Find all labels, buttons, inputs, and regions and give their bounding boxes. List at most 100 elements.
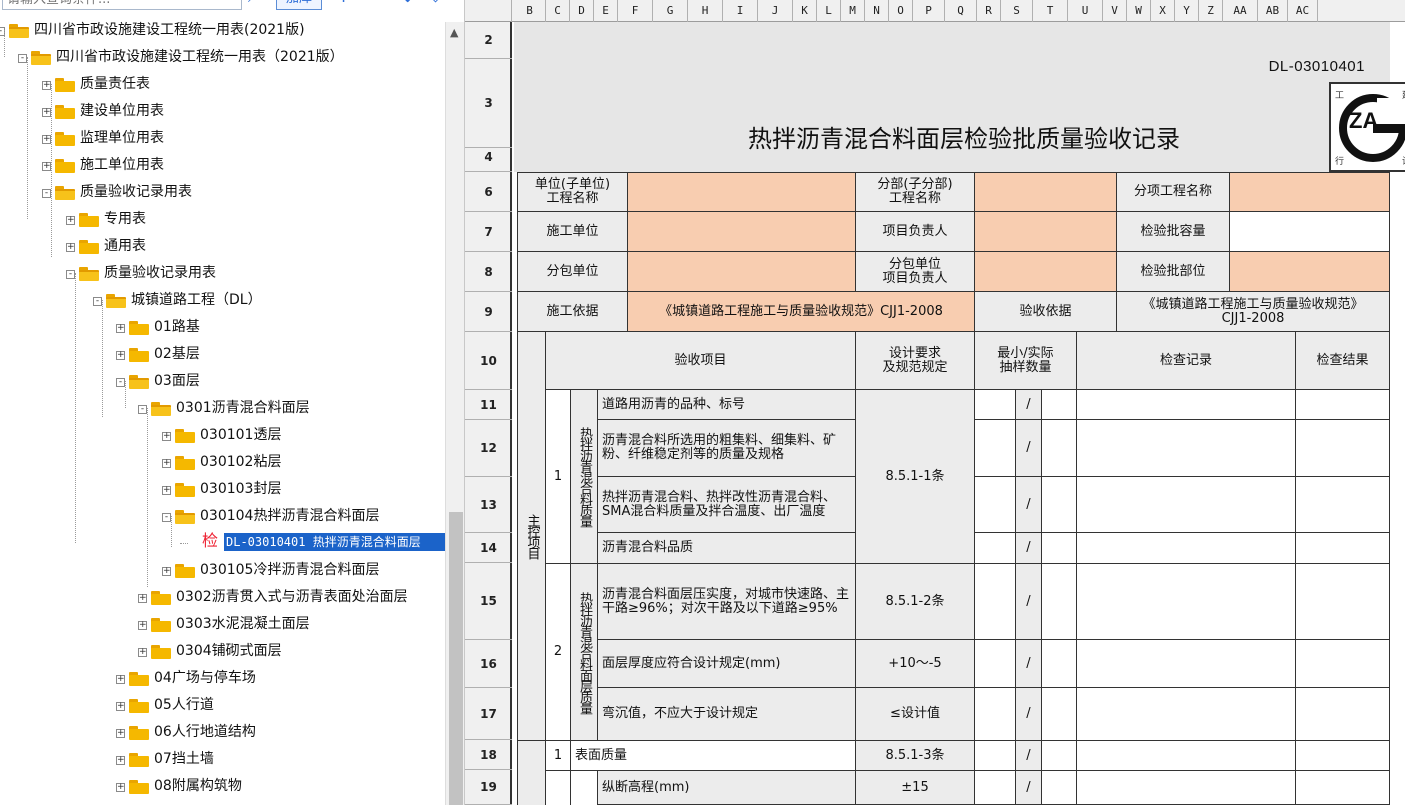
record-field[interactable] — [1076, 476, 1296, 533]
sub-pm-label[interactable]: 分包单位 项目负责人 — [855, 251, 975, 292]
plus-icon[interactable]: + — [336, 0, 351, 8]
general-label[interactable] — [517, 740, 546, 805]
tree-item[interactable]: - 0301沥青混合料面层 — [0, 396, 445, 420]
sub-field[interactable] — [627, 251, 856, 292]
tree-item[interactable]: +08附属构筑物 — [0, 774, 445, 798]
group1-number[interactable]: 1 — [545, 389, 571, 564]
item-spec[interactable]: 8.5.1-2条 — [855, 563, 975, 640]
sample-actual-field[interactable] — [1041, 770, 1077, 805]
sample-min-field[interactable] — [974, 687, 1016, 741]
arrow-down-circle-icon[interactable]: ⇩ — [428, 0, 443, 8]
record-field[interactable] — [1076, 687, 1296, 741]
scrollbar-thumb[interactable] — [449, 512, 463, 805]
surface-label[interactable]: 表面质量 — [570, 740, 856, 771]
pm-field[interactable] — [974, 211, 1117, 252]
item-description[interactable]: 热拌沥青混合料、热拌改性沥青混合料、SMA混合料质量及拌合温度、出厂温度 — [597, 476, 856, 533]
accept-label[interactable]: 验收依据 — [974, 291, 1117, 332]
tree-item[interactable]: - 质量验收记录用表 — [0, 180, 445, 204]
sample-min-field[interactable] — [974, 389, 1016, 420]
tree-item-selected[interactable]: 检 DL-03010401 热拌沥青混合料面层 — [0, 531, 445, 555]
sample-min-field[interactable] — [974, 563, 1016, 640]
expand-icon[interactable]: + — [116, 324, 125, 333]
expand-icon[interactable]: + — [138, 594, 147, 603]
tree-scrollbar[interactable]: ▲ — [445, 22, 464, 805]
result-field[interactable] — [1295, 532, 1390, 564]
sample-min-field[interactable] — [974, 476, 1016, 533]
main-control-label[interactable]: 主控项目 — [517, 331, 546, 741]
item-name-label[interactable]: 分项工程名称 — [1116, 172, 1230, 212]
sample-slash[interactable]: / — [1015, 419, 1042, 477]
tree-item[interactable]: + 建设单位用表 — [0, 99, 445, 123]
expand-icon[interactable]: + — [116, 756, 125, 765]
group2-label[interactable]: 热拌沥青混合料面层质量 — [570, 563, 598, 741]
sample-min-field[interactable] — [974, 419, 1016, 477]
tree-item[interactable]: +02基层 — [0, 342, 445, 366]
record-field[interactable] — [1076, 532, 1296, 564]
basis-label[interactable]: 施工依据 — [517, 291, 628, 332]
item-description[interactable]: 沥青混合料品质 — [597, 532, 856, 564]
record-field[interactable] — [1076, 740, 1296, 771]
tree-item[interactable]: - 四川省市政设施建设工程统一用表（2021版） — [0, 45, 445, 69]
expand-icon[interactable]: + — [162, 486, 171, 495]
expand-icon[interactable]: + — [162, 432, 171, 441]
collapse-icon[interactable]: - — [42, 189, 51, 198]
sample-min-field[interactable] — [974, 532, 1016, 564]
group1-label[interactable]: 热拌沥青混合料质量 — [570, 389, 598, 564]
general-number[interactable]: 1 — [545, 740, 571, 771]
elevation-label[interactable]: 纵断高程(mm) — [597, 770, 856, 805]
tree-item[interactable]: +04广场与停车场 — [0, 666, 445, 690]
tree-item[interactable]: +05人行道 — [0, 693, 445, 717]
arrow-down-icon[interactable]: ↓ — [400, 0, 415, 8]
expand-icon[interactable]: + — [42, 162, 51, 171]
tree-item[interactable]: + 质量责任表 — [0, 72, 445, 96]
collapse-icon[interactable]: - — [138, 405, 147, 414]
tree-item[interactable]: - 030104热拌沥青混合料面层 — [0, 504, 445, 528]
search-input[interactable] — [2, 0, 242, 10]
collapse-icon[interactable]: - — [66, 270, 75, 279]
part-label[interactable]: 检验批部位 — [1116, 251, 1230, 292]
header-item[interactable]: 验收项目 — [545, 331, 856, 390]
part-field[interactable] — [1229, 251, 1390, 292]
sample-min-field[interactable] — [974, 639, 1016, 688]
tree-item[interactable]: -四川省市政设施建设工程统一用表(2021版) — [0, 20, 445, 42]
tree-item[interactable]: +01路基 — [0, 315, 445, 339]
expand-icon[interactable]: + — [116, 783, 125, 792]
result-field[interactable] — [1295, 740, 1390, 771]
collapse-icon[interactable]: - — [93, 297, 102, 306]
sample-actual-field[interactable] — [1041, 687, 1077, 741]
header-record[interactable]: 检查记录 — [1076, 331, 1296, 390]
sub-label[interactable]: 分包单位 — [517, 251, 628, 292]
tree-item[interactable]: + 专用表 — [0, 207, 445, 231]
expand-icon[interactable]: + — [138, 621, 147, 630]
elevation-spec[interactable]: ±15 — [855, 770, 975, 805]
tree-item[interactable]: - 03面层 — [0, 369, 445, 393]
capacity-field[interactable] — [1229, 211, 1390, 252]
expand-icon[interactable]: + — [42, 108, 51, 117]
item-spec[interactable]: ≤设计值 — [855, 687, 975, 741]
sample-actual-field[interactable] — [1041, 532, 1077, 564]
general-sub[interactable] — [570, 770, 598, 805]
sample-slash[interactable]: / — [1015, 476, 1042, 533]
item-description[interactable]: 面层厚度应符合设计规定(mm) — [597, 639, 856, 688]
collapse-icon[interactable]: - — [162, 513, 171, 522]
tree-item[interactable]: + 监理单位用表 — [0, 126, 445, 150]
record-field[interactable] — [1076, 389, 1296, 420]
expand-icon[interactable]: + — [116, 702, 125, 711]
result-field[interactable] — [1295, 639, 1390, 688]
sample-slash[interactable]: / — [1015, 563, 1042, 640]
sample-actual-field[interactable] — [1041, 563, 1077, 640]
result-field[interactable] — [1295, 563, 1390, 640]
tree-item[interactable]: +0304铺砌式面层 — [0, 639, 445, 663]
record-field[interactable] — [1076, 639, 1296, 688]
tree-item[interactable]: +0302沥青贯入式与沥青表面处治面层 — [0, 585, 445, 609]
result-field[interactable] — [1295, 389, 1390, 420]
division-field[interactable] — [974, 172, 1117, 212]
header-design[interactable]: 设计要求 及规范规定 — [855, 331, 975, 390]
tree-item[interactable]: +06人行地道结构 — [0, 720, 445, 744]
tree-item[interactable]: + 施工单位用表 — [0, 153, 445, 177]
basis-value[interactable]: 《城镇道路工程施工与质量验收规范》CJJ1-2008 — [627, 291, 975, 332]
accept-value[interactable]: 《城镇道路工程施工与质量验收规范》 CJJ1-2008 — [1116, 291, 1390, 332]
sample-actual-field[interactable] — [1041, 389, 1077, 420]
item-name-field[interactable] — [1229, 172, 1390, 212]
sample-slash[interactable]: / — [1015, 687, 1042, 741]
